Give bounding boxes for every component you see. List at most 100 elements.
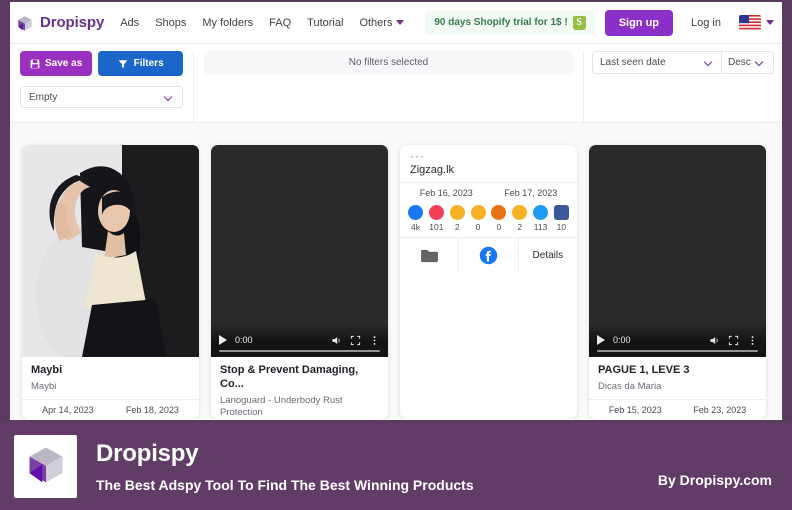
nav-link-faq[interactable]: FAQ (269, 17, 291, 29)
card-date-first: Feb 15, 2023 (608, 405, 662, 416)
video-time: 0:00 (613, 335, 631, 345)
like-icon (408, 205, 423, 220)
brand[interactable]: Dropispy (16, 14, 104, 32)
card-info: Maybi Maybi (22, 357, 199, 399)
reaction-count: 4k (411, 222, 420, 232)
reaction-share: 113 (533, 205, 549, 232)
us-flag-icon (739, 15, 761, 30)
screenshot-root: Dropispy Ads Shops My folders FAQ Tutori… (0, 0, 792, 510)
reaction-count: 2 (517, 222, 523, 232)
video-time: 0:00 (235, 335, 253, 345)
card-date-first: Feb 16, 2023 (419, 188, 473, 198)
card-reactions (22, 418, 199, 419)
share-icon (533, 205, 549, 220)
card-date-first: Apr 14, 2023 (42, 405, 94, 416)
fullscreen-icon[interactable] (350, 335, 361, 346)
save-as-button[interactable]: Save as (20, 51, 93, 76)
folder-icon (420, 248, 439, 263)
open-facebook-button[interactable] (458, 238, 517, 273)
more-options-icon[interactable] (369, 335, 380, 346)
floppy-disk-icon (30, 59, 40, 69)
card-dates: Apr 14, 2023 Feb 18, 2023 (22, 399, 199, 418)
banner-text: Dropispy The Best Adspy Tool To Find The… (96, 440, 474, 493)
reaction-count: 0 (496, 222, 502, 232)
sort-direction-value: Desc (728, 57, 751, 68)
card-reactions: 4k 101 2 0 0 2 113 10 (400, 201, 577, 237)
video-progress-bar[interactable] (597, 350, 758, 352)
sort-direction-select[interactable]: Desc (722, 51, 774, 74)
banner-attribution: By Dropispy.com (657, 472, 772, 488)
nav-link-tutorial[interactable]: Tutorial (307, 17, 343, 29)
filter-bar-buttons: Save as Filters (20, 51, 183, 76)
reaction-count: 10 (556, 222, 567, 232)
filters-label: Filters (133, 58, 164, 69)
volume-icon[interactable] (331, 335, 342, 346)
reaction-angry: 0 (491, 205, 507, 232)
post-page-name: Zigzag.lk (410, 164, 455, 176)
reaction-like: 4k (408, 205, 423, 232)
model-photo-illustration (22, 145, 199, 357)
card-subtitle: Lanoguard - Underbody Rust Protection (220, 394, 343, 418)
nav-link-shops[interactable]: Shops (155, 17, 186, 29)
funnel-icon (118, 59, 128, 69)
video-progress-bar[interactable] (219, 350, 380, 352)
card-subtitle: Maybi (31, 380, 57, 392)
fullscreen-icon[interactable] (728, 335, 739, 346)
sad-icon (470, 205, 486, 220)
reaction-love: 101 (428, 205, 444, 232)
nav-right-group: 90 days Shopify trial for 1$ ! Sign up L… (425, 9, 774, 36)
no-filters-banner: No filters selected (204, 51, 573, 74)
card-media-video[interactable]: 0:00 (589, 145, 766, 357)
card-title: PAGUE 1, LEVE 3 (598, 364, 690, 376)
card-pague[interactable]: 0:00 PAGUE 1, LEVE 3 Dicas da Maria Feb … (589, 145, 766, 419)
reaction-count: 113 (533, 222, 548, 232)
saved-filter-select[interactable]: Empty (20, 86, 183, 108)
language-selector[interactable] (739, 15, 774, 30)
login-button[interactable]: Log in (683, 10, 729, 36)
nav-link-my-folders[interactable]: My folders (202, 17, 253, 29)
card-zigzag[interactable]: ··· Zigzag.lk Feb 16, 2023 Feb 17, 2023 … (400, 145, 577, 419)
card-date-last: Feb 17, 2023 (504, 188, 558, 198)
signup-button[interactable]: Sign up (604, 9, 674, 36)
reaction-comment: 10 (553, 205, 569, 232)
results-grid: Maybi Maybi Apr 14, 2023 Feb 18, 2023 0:… (10, 123, 782, 419)
nav-link-ads[interactable]: Ads (120, 17, 139, 29)
card-title: Stop & Prevent Damaging, Co... (220, 364, 359, 390)
comment-icon (553, 205, 569, 220)
nav-link-others[interactable]: Others (359, 16, 405, 29)
card-media-photo[interactable] (22, 145, 199, 357)
post-header: ··· Zigzag.lk (400, 145, 577, 182)
filters-button[interactable]: Filters (98, 51, 183, 76)
nav-links: Ads Shops My folders FAQ Tutorial Others (120, 16, 405, 29)
wow-icon (512, 205, 528, 220)
reaction-haha: 2 (449, 205, 465, 232)
card-maybi[interactable]: Maybi Maybi Apr 14, 2023 Feb 18, 2023 (22, 145, 199, 419)
shopify-promo-pill[interactable]: 90 days Shopify trial for 1$ ! (425, 10, 595, 35)
filter-bar-left: Save as Filters Empty (10, 51, 194, 123)
filter-bar: Save as Filters Empty No filters selecte… (10, 44, 782, 123)
card-subtitle: Dicas da Maria (598, 380, 662, 392)
details-button[interactable]: Details (517, 238, 577, 273)
card-lanoguard[interactable]: 0:00 Stop & Prevent Damaging, Co... Lano… (211, 145, 388, 419)
chevron-down-icon (705, 58, 714, 67)
sort-field-select[interactable]: Last seen date (592, 51, 722, 74)
angry-icon (491, 205, 507, 220)
play-icon[interactable] (597, 335, 605, 345)
play-icon[interactable] (219, 335, 227, 345)
facebook-icon (479, 246, 498, 265)
nav-link-others-label: Others (359, 16, 393, 29)
card-media-video[interactable]: 0:00 (211, 145, 388, 357)
cube-logo-icon (24, 442, 68, 491)
volume-icon[interactable] (709, 335, 720, 346)
more-options-icon[interactable] (747, 335, 758, 346)
card-info: PAGUE 1, LEVE 3 Dicas da Maria (589, 357, 766, 399)
filter-bar-middle: No filters selected (194, 51, 584, 123)
reaction-count: 0 (475, 222, 481, 232)
reaction-sad: 0 (470, 205, 486, 232)
reaction-wow: 2 (512, 205, 528, 232)
card-title: Maybi (31, 364, 63, 376)
top-navbar: Dropispy Ads Shops My folders FAQ Tutori… (10, 2, 782, 44)
post-menu-dots[interactable]: ··· (410, 150, 567, 162)
reaction-count: 2 (454, 222, 460, 232)
save-to-folder-button[interactable] (400, 238, 458, 273)
